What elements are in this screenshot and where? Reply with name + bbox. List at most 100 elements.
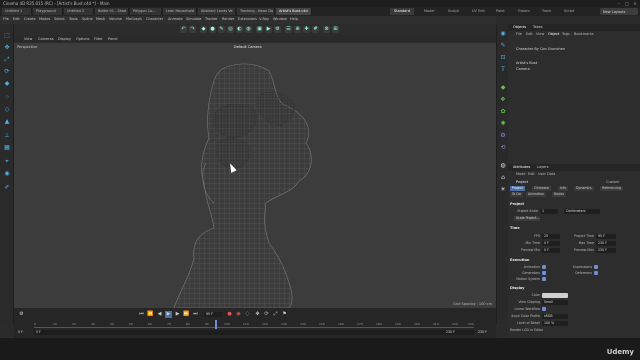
vp-menu-view[interactable]: View [24, 37, 32, 41]
render-icon[interactable]: ▶ [265, 26, 272, 33]
menu-window[interactable]: Window [273, 17, 287, 21]
texture-mode-icon[interactable]: ▦ [3, 144, 11, 152]
layout-tab[interactable]: Track [538, 8, 555, 15]
snap-toggle-icon[interactable]: ⌖ [3, 158, 11, 166]
close-icon[interactable]: × [632, 1, 638, 6]
rotate-icon[interactable]: ⟳ [3, 68, 11, 76]
snap-icon[interactable]: ⊕ [294, 26, 301, 33]
attr-tab-project[interactable]: Project [510, 186, 525, 191]
tab-attributes[interactable]: Attributes [510, 165, 533, 169]
attr-tab-animation[interactable]: Animation [526, 192, 547, 197]
playhead[interactable] [215, 320, 217, 329]
project-scale-unit-select[interactable]: Centimeters [564, 209, 600, 214]
attr-custom-dropdown[interactable]: Custom [606, 180, 619, 184]
new-layouts-button[interactable]: New Layouts [600, 8, 638, 15]
scale-icon[interactable]: ⤢ [3, 56, 11, 64]
input-color-profile-select[interactable]: sRGB [542, 314, 568, 319]
doc-tab[interactable]: Abstract Lands Ve [198, 8, 236, 15]
menu-create[interactable]: Create [24, 17, 36, 21]
menu-tools[interactable]: Tools [69, 17, 78, 21]
subdivision-icon[interactable]: ◆ [499, 84, 507, 92]
grid-icon[interactable]: # [312, 26, 319, 33]
menu-volume[interactable]: Volume [109, 17, 122, 21]
tab-objects[interactable]: Objects [510, 25, 529, 29]
axis-icon[interactable]: ✚ [303, 26, 310, 33]
max-time-input[interactable]: 230 F [596, 241, 616, 246]
layout-tab[interactable]: Model [420, 8, 439, 15]
attr-tab-dynamics[interactable]: Dynamics [574, 186, 594, 191]
record-icon[interactable]: ● [226, 311, 233, 318]
points-mode-icon[interactable]: ⁘ [3, 94, 11, 102]
twist-icon[interactable]: ⟲ [499, 144, 507, 152]
lock-icon[interactable]: ⊗ [323, 26, 330, 33]
soft-selection-icon[interactable]: ◉ [3, 170, 11, 178]
cloner-icon[interactable]: ❖ [499, 96, 507, 104]
layout-tab[interactable]: Standard [390, 8, 414, 15]
fps-input[interactable]: 25 [542, 234, 560, 239]
workplane-icon[interactable]: ⊞ [332, 26, 339, 33]
min-time-input[interactable]: 0 F [542, 241, 560, 246]
vp-menu-display[interactable]: Display [58, 37, 71, 41]
brush-icon[interactable]: ✐ [3, 184, 11, 192]
attr-tab-info[interactable]: Info [558, 186, 569, 191]
attr-menu-user-data[interactable]: User Data [538, 172, 555, 176]
key-scale-icon[interactable]: ⤢ [272, 311, 279, 318]
doc-tab[interactable]: Lean Household [163, 8, 197, 15]
atom-icon[interactable]: ✺ [499, 120, 507, 128]
linear-workflow-checkbox[interactable] [542, 307, 546, 311]
deformers-checkbox[interactable] [594, 271, 598, 275]
next-frame-icon[interactable]: ▶ [174, 311, 181, 318]
preview-range-bar[interactable] [34, 330, 474, 335]
animation-checkbox[interactable] [542, 265, 546, 269]
axis-mode-icon[interactable]: ⊥ [3, 132, 11, 140]
text-icon[interactable]: T [499, 66, 507, 74]
menu-extensions[interactable]: Extensions [238, 17, 257, 21]
menu-character[interactable]: Character [146, 17, 163, 21]
vp-menu-options[interactable]: Options [76, 37, 90, 41]
move-icon[interactable]: ✥ [3, 44, 11, 52]
camera-icon[interactable]: ⌂ [499, 174, 507, 182]
keyframe-selection-icon[interactable]: ◌ [244, 311, 251, 318]
goto-start-icon[interactable]: ⏮ [138, 311, 145, 318]
obj-menu-edit[interactable]: Edit [526, 32, 533, 36]
doc-tab[interactable]: Playground [33, 8, 63, 15]
live-selection-icon[interactable]: ⬚ [3, 32, 11, 40]
color-swatch[interactable] [542, 293, 568, 298]
range-end-field[interactable]: 230 F [444, 330, 458, 335]
menu-vray[interactable]: V-Ray [259, 17, 269, 21]
redo-icon[interactable]: ↷ [189, 26, 196, 33]
layout-tab[interactable]: UV Edit [468, 8, 489, 15]
motion-system-checkbox[interactable] [542, 277, 546, 281]
cube-icon[interactable]: ◆ [200, 26, 207, 33]
viewport[interactable]: Perspective Default Camera Grid Spacing … [14, 43, 496, 308]
keyframe-settings-icon[interactable]: ⚙ [18, 311, 25, 318]
prev-key-icon[interactable]: ⏪ [147, 311, 154, 318]
tab-layers[interactable]: Layers [534, 165, 552, 169]
minimize-icon[interactable]: – [616, 1, 622, 6]
key-position-icon[interactable]: ✥ [254, 311, 261, 318]
vp-menu-cameras[interactable]: Cameras [38, 37, 54, 41]
edges-mode-icon[interactable]: ◇ [3, 106, 11, 114]
artist-bust-wireframe[interactable] [14, 43, 496, 308]
menu-simulate[interactable]: Simulate [186, 17, 201, 21]
preview-min-input[interactable]: 0 F [542, 248, 560, 253]
view-clipping-select[interactable]: Small [542, 300, 568, 305]
bend-icon[interactable]: ⚙ [499, 132, 507, 140]
generators-checkbox[interactable] [542, 271, 546, 275]
play-icon[interactable]: ▶ [165, 311, 172, 318]
key-rotation-icon[interactable]: ⟳ [263, 311, 270, 318]
attr-tab-todo[interactable]: To Do [510, 192, 523, 197]
menu-modes[interactable]: Modes [39, 17, 50, 21]
obj-menu-view[interactable]: View [536, 32, 544, 36]
light-icon[interactable]: ☀ [499, 186, 507, 194]
spline-icon[interactable]: ✎ [499, 42, 507, 50]
sphere-icon[interactable]: ● [209, 26, 216, 33]
preview-max-input[interactable]: 230 F [596, 248, 616, 253]
goto-end-icon[interactable]: ⏭ [192, 311, 199, 318]
doc-tab[interactable]: Untitled 1 [2, 8, 32, 15]
menu-animate[interactable]: Animate [168, 17, 183, 21]
vp-menu-filter[interactable]: Filter [94, 37, 103, 41]
doc-tab[interactable]: Untitled 2 [64, 8, 94, 15]
object-row[interactable]: Camera [508, 66, 640, 72]
field-icon[interactable]: ◍ [245, 26, 252, 33]
